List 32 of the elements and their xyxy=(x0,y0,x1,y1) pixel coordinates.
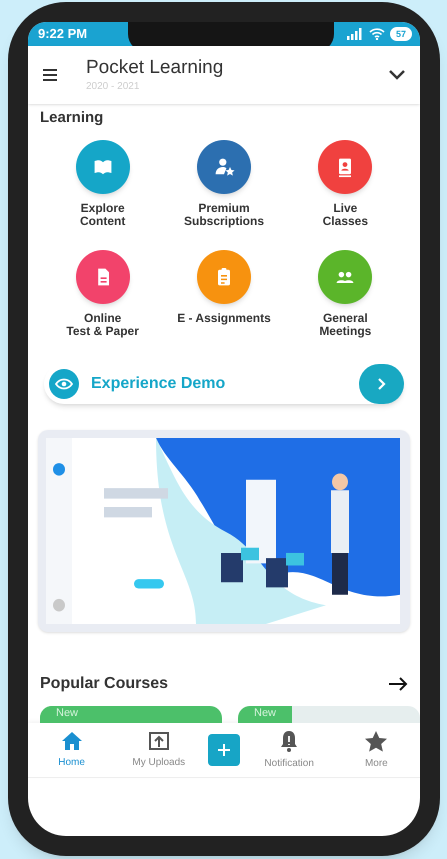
signal-icon xyxy=(346,28,364,40)
chevron-right-icon xyxy=(376,377,386,391)
upload-icon xyxy=(148,730,170,750)
course-card[interactable]: New xyxy=(40,706,222,723)
course-card[interactable]: New xyxy=(238,706,420,723)
status-time: 9:22 PM xyxy=(38,25,88,44)
app-title: Pocket Learning xyxy=(86,56,224,78)
new-badge: New xyxy=(238,706,292,723)
feature-label[interactable]: Explore Content xyxy=(80,202,126,228)
feature-label[interactable]: Online Test & Paper xyxy=(66,312,139,338)
feature-label[interactable]: Premium Subscriptions xyxy=(184,202,264,228)
star-icon xyxy=(364,730,388,752)
arrow-right-icon[interactable] xyxy=(388,677,408,691)
eye-icon xyxy=(55,378,73,390)
feature-label[interactable]: General Meetings xyxy=(319,312,372,338)
menu-icon[interactable] xyxy=(42,68,58,82)
wifi-icon xyxy=(368,28,385,40)
bell-icon xyxy=(279,730,300,752)
battery-indicator: 57 xyxy=(390,27,412,41)
nav-tab[interactable]: Home xyxy=(34,730,110,770)
feature-label[interactable]: Live Classes xyxy=(322,202,368,228)
section-title: Learning xyxy=(40,109,104,126)
nav-tab[interactable]: Notification xyxy=(251,730,328,770)
experience-demo-button[interactable]: Experience Demo xyxy=(44,364,404,404)
plus-icon xyxy=(216,742,232,758)
home-icon xyxy=(60,730,83,750)
nav-tab[interactable]: My Uploads xyxy=(120,730,197,770)
nav-tab[interactable]: More xyxy=(338,730,414,770)
feature-label[interactable]: E - Assignments xyxy=(177,312,271,325)
section-title: Popular Courses xyxy=(40,674,168,694)
chevron-down-icon[interactable] xyxy=(388,69,406,81)
add-button[interactable] xyxy=(208,734,240,766)
